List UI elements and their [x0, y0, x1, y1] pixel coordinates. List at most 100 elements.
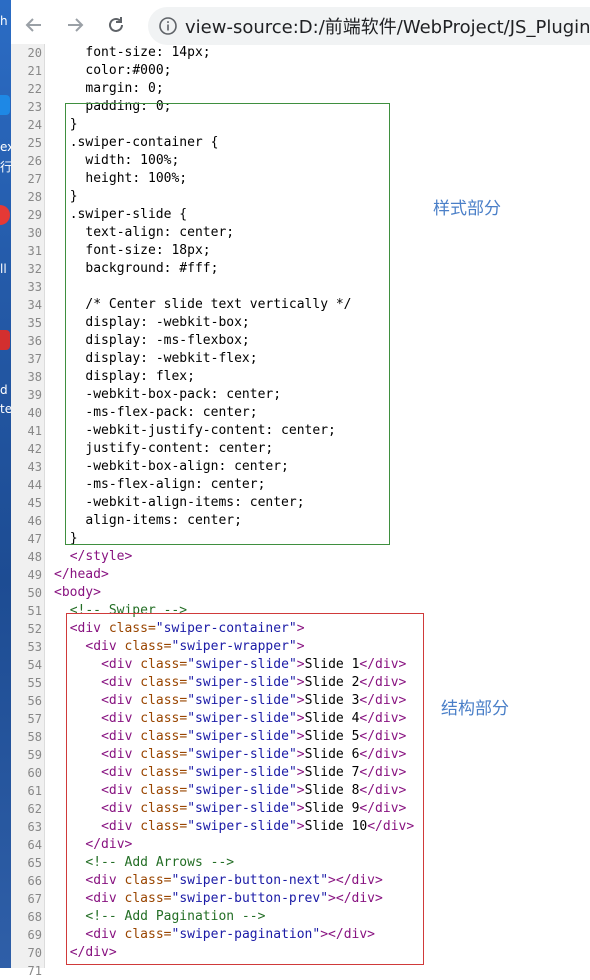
forward-button[interactable] — [62, 12, 88, 38]
source-line: display: flex; — [85, 368, 195, 386]
desktop-label: ex — [0, 140, 11, 154]
code-token: font-size: 14px; — [85, 45, 211, 60]
line-number: 32 — [27, 262, 42, 276]
code-token: "swiper-wrapper" — [171, 639, 297, 654]
line-number: 44 — [27, 478, 42, 492]
source-line: } — [70, 530, 78, 548]
source-line: <!-- Add Arrows --> — [85, 854, 234, 872]
code-token: class= — [140, 783, 188, 798]
source-line: <body> — [54, 584, 101, 602]
line-number: 29 — [27, 208, 42, 222]
source-line: -webkit-justify-content: center; — [85, 422, 335, 440]
code-token: padding: 0; — [85, 99, 172, 114]
source-line: </div> — [85, 836, 132, 854]
code-token: <div — [101, 711, 141, 726]
code-token: <div — [101, 657, 141, 672]
source-line: -webkit-box-align: center; — [85, 458, 289, 476]
code-token: <div — [101, 783, 141, 798]
code-token: > — [296, 711, 305, 726]
source-line: display: -webkit-flex; — [85, 350, 257, 368]
source-line: justify-content: center; — [85, 440, 273, 458]
info-icon[interactable] — [158, 16, 178, 36]
style-section-label: 样式部分 — [433, 199, 501, 219]
code-token: "swiper-slide" — [187, 729, 297, 744]
line-number: 47 — [27, 532, 42, 546]
code-token: <!-- Add Arrows --> — [85, 855, 235, 870]
line-number: 70 — [27, 946, 42, 960]
line-number: 50 — [27, 586, 42, 600]
back-button[interactable] — [21, 12, 47, 38]
line-number: 37 — [27, 352, 42, 366]
source-line: </style> — [70, 548, 133, 566]
desktop-label: h — [0, 14, 8, 28]
code-token: </div> — [359, 801, 407, 816]
source-line: } — [70, 188, 78, 206]
code-token: font-size: 18px; — [85, 243, 211, 258]
code-token: > — [296, 675, 305, 690]
code-token: class= — [108, 621, 156, 636]
line-number: 39 — [27, 388, 42, 402]
line-number: 61 — [27, 784, 42, 798]
code-token: > — [296, 639, 305, 654]
code-token: > — [296, 657, 305, 672]
code-token: /* Center slide text vertically */ — [85, 297, 352, 312]
source-line: <div class="swiper-slide">Slide 6</div> — [101, 746, 406, 764]
line-number: 23 — [27, 100, 42, 114]
reload-button[interactable] — [103, 12, 129, 38]
source-line: background: #fff; — [85, 260, 218, 278]
code-token: class= — [140, 675, 188, 690]
source-line: <!-- Add Pagination --> — [85, 908, 265, 926]
code-token: Slide 1 — [304, 657, 360, 672]
line-number: 53 — [27, 640, 42, 654]
code-token: "swiper-slide" — [187, 711, 297, 726]
code-token: > — [296, 783, 305, 798]
code-token: align-items: center; — [85, 513, 242, 528]
code-token: background: #fff; — [85, 261, 219, 276]
code-token: } — [69, 189, 78, 204]
code-token: <div — [101, 675, 141, 690]
desktop-app-icon[interactable] — [0, 330, 10, 350]
line-number: 43 — [27, 460, 42, 474]
line-number: 41 — [27, 424, 42, 438]
code-token: > — [296, 621, 305, 636]
code-token: Slide 4 — [304, 711, 360, 726]
source-line: <div class="swiper-slide">Slide 5</div> — [101, 728, 406, 746]
source-view: 20 21 22 23 24 25 26 27 28 29 30 31 32 33 34 35 36 37 38 39… — [11, 44, 590, 978]
source-line: <div class="swiper-button-prev"></div> — [85, 890, 382, 908]
line-number: 60 — [27, 766, 42, 780]
code-token: <!-- Add Pagination --> — [85, 909, 266, 924]
desktop-app-icon[interactable] — [0, 205, 10, 225]
line-number: 22 — [27, 82, 42, 96]
line-number: 26 — [27, 154, 42, 168]
code-token: </style> — [69, 549, 133, 564]
line-number: 24 — [27, 118, 42, 132]
line-number: 45 — [27, 496, 42, 510]
source-line: <div class="swiper-wrapper"> — [85, 638, 304, 656]
code-token: <div — [101, 747, 141, 762]
code-token: .swiper-slide { — [69, 207, 188, 222]
code-token: } — [69, 117, 78, 132]
source-line: -ms-flex-align: center; — [85, 476, 265, 494]
source-line: text-align: center; — [85, 224, 234, 242]
code-token: <div — [85, 873, 125, 888]
line-number-gutter: 20 21 22 23 24 25 26 27 28 29 30 31 32 33 34 35 36 37 38 39… — [11, 44, 45, 978]
source-line: <div class="swiper-pagination"></div> — [85, 926, 375, 944]
code-token: "swiper-slide" — [187, 747, 297, 762]
desktop-app-icon[interactable] — [0, 95, 10, 115]
code-token: ></div> — [328, 891, 383, 906]
code-token: } — [69, 531, 78, 546]
line-number: 67 — [27, 892, 42, 906]
code-token: "swiper-pagination" — [171, 927, 321, 942]
address-bar[interactable]: view-source:D:/前端软件/WebProject/JS_Plugin… — [148, 7, 590, 45]
code-token: "swiper-slide" — [187, 801, 297, 816]
code-token: height: 100%; — [85, 171, 188, 186]
structure-section-label: 结构部分 — [441, 699, 509, 719]
desktop-label: te — [0, 402, 11, 416]
code-token: ></div> — [328, 873, 383, 888]
source-line: padding: 0; — [85, 98, 171, 116]
line-number: 27 — [27, 172, 42, 186]
source-line: <div class="swiper-button-next"></div> — [85, 872, 382, 890]
code-token: color:#000; — [85, 63, 172, 78]
line-number: 35 — [27, 316, 42, 330]
code-token: "swiper-slide" — [187, 657, 297, 672]
